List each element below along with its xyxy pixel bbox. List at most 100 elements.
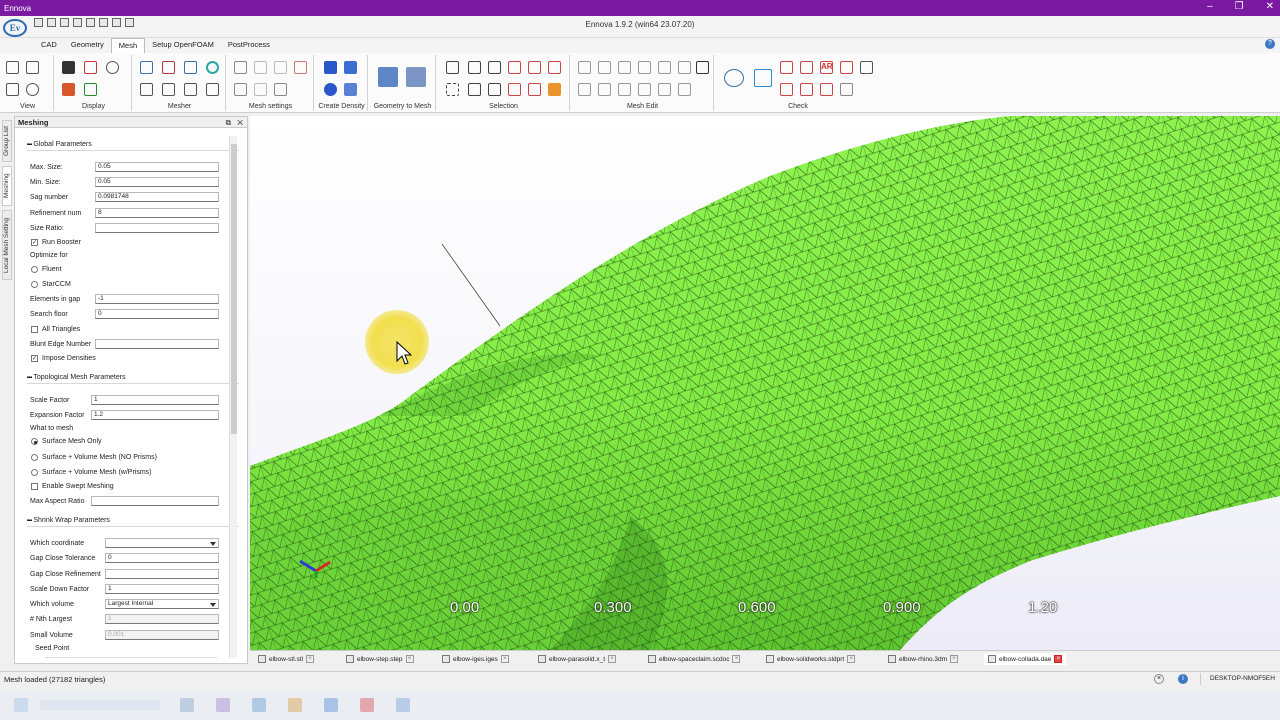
local-settings-icon[interactable] <box>254 61 267 74</box>
edit-reorient-icon[interactable] <box>658 83 671 96</box>
info-icon[interactable]: i <box>1178 674 1188 684</box>
volume-prisms-radio[interactable] <box>31 469 38 476</box>
small-volume-field[interactable]: 0.001 <box>105 630 219 640</box>
grow-select-icon[interactable] <box>508 83 521 96</box>
edit-split-icon[interactable] <box>598 61 611 74</box>
wrap-icon[interactable] <box>184 83 197 96</box>
taskbar-app-icon[interactable] <box>324 698 338 712</box>
side-tab-local-mesh-setting[interactable]: Local Mesh Setting <box>2 210 12 280</box>
start-icon[interactable] <box>14 698 28 712</box>
axis-view-icon[interactable] <box>26 61 39 74</box>
light-icon[interactable] <box>106 61 119 74</box>
float-panel-icon[interactable]: ⧉ <box>226 118 231 127</box>
refine-icon[interactable] <box>162 61 175 74</box>
file-tab-spaceclaim[interactable]: elbow-spaceclaim.scdoc × <box>648 653 741 665</box>
check-report-icon[interactable] <box>840 83 853 96</box>
maximize-button[interactable]: ❐ <box>1235 1 1244 12</box>
panel-scrollbar[interactable] <box>229 136 237 658</box>
tab-postprocess[interactable]: PostProcess <box>221 38 277 53</box>
mesh-convert-icon[interactable] <box>406 67 426 87</box>
edit-move-icon[interactable] <box>578 61 591 74</box>
impose-densities-checkbox[interactable]: ✓ <box>31 355 38 362</box>
min-size-field[interactable]: 0.05 <box>95 177 219 187</box>
close-tab-icon[interactable]: × <box>305 655 314 663</box>
all-triangles-checkbox[interactable] <box>31 326 38 333</box>
check-quality-icon[interactable] <box>724 69 744 87</box>
box-density-icon[interactable] <box>324 61 337 74</box>
cone-density-icon[interactable] <box>344 83 357 96</box>
feature-settings-icon[interactable] <box>274 83 287 96</box>
geometry-to-mesh-icon[interactable] <box>378 67 398 87</box>
stop-icon[interactable]: × <box>1154 674 1164 684</box>
run-booster-checkbox[interactable]: ✓ <box>31 239 38 246</box>
face-settings-icon[interactable] <box>294 61 307 74</box>
edit-merge-icon[interactable] <box>598 83 611 96</box>
lasso-select-icon[interactable] <box>446 83 459 96</box>
grid-icon[interactable] <box>84 83 97 96</box>
mesh-display-icon[interactable] <box>84 61 97 74</box>
close-tab-icon[interactable]: × <box>608 655 617 663</box>
check-skew-icon[interactable] <box>840 61 853 74</box>
taskbar-app-icon[interactable] <box>216 698 230 712</box>
remesh-icon[interactable] <box>184 61 197 74</box>
taskbar-app-icon[interactable] <box>360 698 374 712</box>
swept-icon[interactable] <box>206 83 219 96</box>
taskbar-app-icon[interactable] <box>252 698 266 712</box>
layers-icon[interactable] <box>162 83 175 96</box>
volume-no-prisms-radio[interactable] <box>31 454 38 461</box>
which-volume-select[interactable]: Largest Internal <box>105 599 219 609</box>
mesh-surface[interactable] <box>250 116 1280 650</box>
check-overlap-icon[interactable] <box>780 83 793 96</box>
line-select-icon[interactable] <box>488 83 501 96</box>
check-options-icon[interactable] <box>860 61 873 74</box>
fit-view-icon[interactable] <box>6 83 19 96</box>
file-tab-step[interactable]: elbow-step.step × <box>346 653 414 665</box>
which-coordinate-select[interactable] <box>105 538 219 548</box>
check-grid-icon[interactable] <box>780 61 793 74</box>
mesher-icon[interactable] <box>140 61 153 74</box>
swept-meshing-checkbox[interactable] <box>31 483 38 490</box>
gap-close-tolerance-field[interactable]: 0 <box>105 553 219 563</box>
fluent-radio[interactable] <box>31 266 38 273</box>
group-select-icon[interactable] <box>548 61 561 74</box>
check-normals-icon[interactable] <box>820 83 833 96</box>
settings-icon[interactable] <box>206 61 219 74</box>
point-settings-icon[interactable] <box>254 83 267 96</box>
home-view-icon[interactable] <box>6 61 19 74</box>
face-select-icon[interactable] <box>488 61 501 74</box>
edit-project-icon[interactable] <box>618 83 631 96</box>
taskbar-app-icon[interactable] <box>180 698 194 712</box>
refinement-num-field[interactable]: 8 <box>95 208 219 218</box>
starccm-radio[interactable] <box>31 281 38 288</box>
max-size-field[interactable]: 0.05 <box>95 162 219 172</box>
surface-mesh-only-radio[interactable] <box>31 438 38 445</box>
graphics-viewport[interactable]: 0.00 0.300 0.600 0.900 1.20 <box>250 116 1280 650</box>
solid-display-icon[interactable] <box>62 61 75 74</box>
file-tab-solidworks[interactable]: elbow-solidworks.sldprt × <box>766 653 856 665</box>
box-select-icon[interactable] <box>468 61 481 74</box>
edge-settings-icon[interactable] <box>274 61 287 74</box>
gap-close-refinement-field[interactable] <box>105 569 219 579</box>
element-select-icon[interactable] <box>508 61 521 74</box>
file-tab-parasolid[interactable]: elbow-parasolid.x_t × <box>538 653 617 665</box>
curve-settings-icon[interactable] <box>234 83 247 96</box>
edit-flip-icon[interactable] <box>638 83 651 96</box>
check-free-edges-icon[interactable] <box>754 69 772 87</box>
zoom-icon[interactable] <box>26 83 39 96</box>
taskbar-app-icon[interactable] <box>396 698 410 712</box>
file-tab-iges[interactable]: elbow-iges.iges × <box>442 653 509 665</box>
edit-repair-icon[interactable] <box>678 83 691 96</box>
tab-mesh[interactable]: Mesh <box>110 38 146 53</box>
shrink-select-icon[interactable] <box>528 83 541 96</box>
section-topological-parameters[interactable]: Topological Mesh Parameters <box>27 374 125 381</box>
expansion-factor-field[interactable]: 1.2 <box>91 410 219 420</box>
node-select-icon[interactable] <box>528 61 541 74</box>
blunt-edge-field[interactable] <box>95 339 219 349</box>
cylinder-density-icon[interactable] <box>344 61 357 74</box>
edge-select-icon[interactable] <box>468 83 481 96</box>
pointer-select-icon[interactable] <box>446 61 459 74</box>
check-intersect-icon[interactable] <box>800 83 813 96</box>
tab-geometry[interactable]: Geometry <box>64 38 111 53</box>
sphere-density-icon[interactable] <box>324 83 337 96</box>
scale-factor-field[interactable]: 1 <box>91 395 219 405</box>
